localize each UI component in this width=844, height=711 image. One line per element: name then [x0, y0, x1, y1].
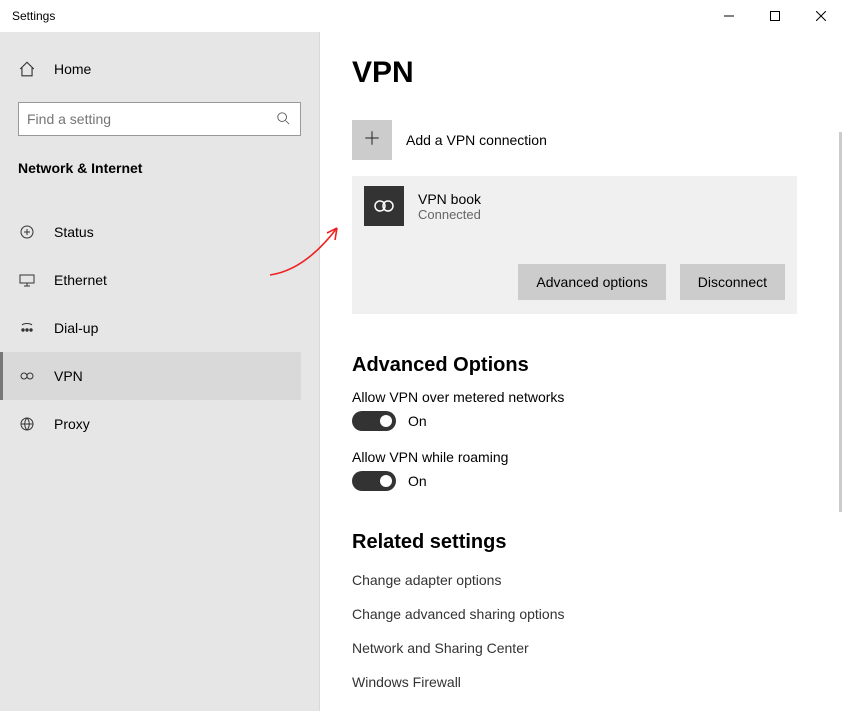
plus-icon — [363, 129, 381, 152]
roaming-toggle-row: On — [352, 471, 820, 491]
metered-networks-label: Allow VPN over metered networks — [352, 389, 820, 405]
page-title: VPN — [352, 56, 820, 90]
vpn-name: VPN book — [418, 191, 481, 207]
vpn-info: VPN book Connected — [418, 191, 481, 222]
metered-toggle[interactable] — [352, 411, 396, 431]
sidebar-item-label: Ethernet — [54, 272, 107, 288]
scrollbar[interactable] — [839, 132, 842, 512]
window-controls — [706, 0, 844, 32]
close-button[interactable] — [798, 0, 844, 32]
vpn-actions: Advanced options Disconnect — [364, 264, 785, 300]
vpn-connection-card[interactable]: VPN book Connected Advanced options Disc… — [352, 176, 797, 314]
roaming-toggle[interactable] — [352, 471, 396, 491]
maximize-button[interactable] — [752, 0, 798, 32]
related-link-firewall[interactable]: Windows Firewall — [352, 674, 820, 690]
sidebar-item-status[interactable]: Status — [0, 208, 301, 256]
category-header: Network & Internet — [18, 160, 301, 176]
add-vpn-row[interactable]: Add a VPN connection — [352, 118, 820, 162]
toggle-knob — [380, 415, 392, 427]
search-box[interactable] — [18, 102, 301, 136]
related-settings-heading: Related settings — [352, 531, 820, 554]
metered-toggle-state: On — [408, 413, 427, 429]
advanced-options-heading: Advanced Options — [352, 354, 820, 377]
window-title: Settings — [12, 9, 55, 23]
metered-toggle-row: On — [352, 411, 820, 431]
disconnect-button[interactable]: Disconnect — [680, 264, 785, 300]
content-area: VPN Add a VPN connection VPN book Connec… — [320, 32, 844, 711]
proxy-icon — [18, 415, 36, 433]
vpn-status: Connected — [418, 207, 481, 222]
sidebar-item-vpn[interactable]: VPN — [0, 352, 301, 400]
search-icon — [276, 111, 292, 127]
search-input[interactable] — [27, 111, 276, 127]
vpn-card-header: VPN book Connected — [364, 186, 785, 226]
related-link-center[interactable]: Network and Sharing Center — [352, 640, 820, 656]
vpn-icon — [18, 367, 36, 385]
sidebar-item-ethernet[interactable]: Ethernet — [0, 256, 301, 304]
advanced-options-button[interactable]: Advanced options — [518, 264, 665, 300]
vpn-connection-icon — [364, 186, 404, 226]
sidebar-item-proxy[interactable]: Proxy — [0, 400, 301, 448]
sidebar-item-label: Proxy — [54, 416, 90, 432]
ethernet-icon — [18, 271, 36, 289]
title-bar: Settings — [0, 0, 844, 32]
sidebar-item-dialup[interactable]: Dial-up — [0, 304, 301, 352]
sidebar: Home Network & Internet Status Ethernet … — [0, 32, 320, 711]
add-vpn-label: Add a VPN connection — [406, 132, 547, 148]
toggle-knob — [380, 475, 392, 487]
add-vpn-button[interactable] — [352, 120, 392, 160]
home-icon — [18, 60, 36, 78]
home-label: Home — [54, 61, 91, 77]
status-icon — [18, 223, 36, 241]
roaming-label: Allow VPN while roaming — [352, 449, 820, 465]
roaming-toggle-state: On — [408, 473, 427, 489]
sidebar-item-label: Dial-up — [54, 320, 98, 336]
home-link[interactable]: Home — [18, 50, 301, 88]
sidebar-item-label: VPN — [54, 368, 83, 384]
nav-list: Status Ethernet Dial-up VPN Proxy — [18, 208, 301, 448]
minimize-button[interactable] — [706, 0, 752, 32]
related-link-adapter[interactable]: Change adapter options — [352, 572, 820, 588]
related-link-sharing[interactable]: Change advanced sharing options — [352, 606, 820, 622]
sidebar-item-label: Status — [54, 224, 94, 240]
dialup-icon — [18, 319, 36, 337]
